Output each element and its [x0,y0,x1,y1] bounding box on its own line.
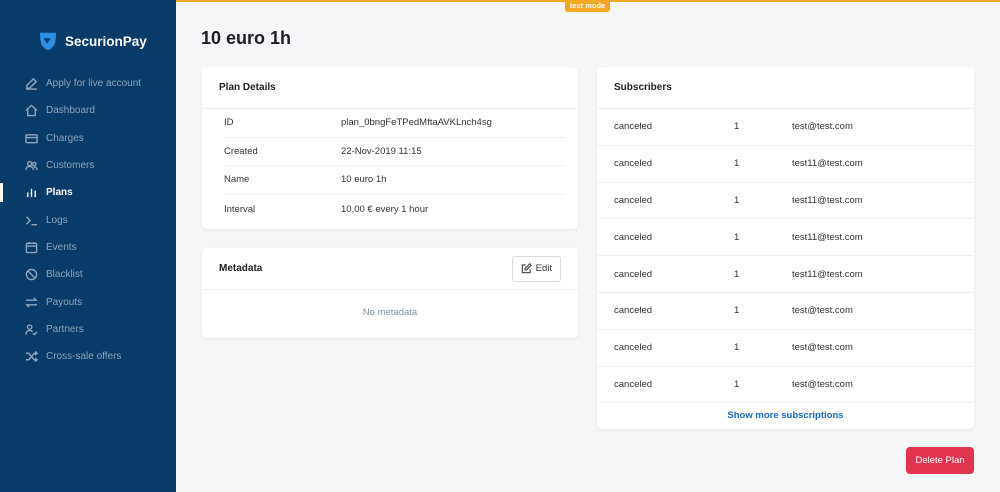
subscriber-email: test11@test.com [792,194,863,206]
sidebar-item-plans[interactable]: Plans [0,179,176,206]
edit-metadata-button[interactable]: Edit [511,255,561,282]
sidebar-nav: Apply for live account Dashboard Charges… [0,70,176,370]
subscriber-email: test11@test.com [792,268,863,280]
test-mode-badge: test mode [565,0,610,12]
subscriber-status: canceled [614,194,653,206]
subscriber-quantity: 1 [734,194,740,206]
calendar-icon [24,240,38,254]
subscriber-quantity: 1 [734,268,740,280]
subscriber-quantity: 1 [734,342,740,354]
shuffle-icon [24,350,38,364]
bars-icon [24,186,38,200]
detail-label: Created [224,145,258,157]
detail-value: plan_0bngFeTPedMftaAVKLnch4sg [341,117,492,129]
detail-row-name: Name 10 euro 1h [224,166,564,195]
sidebar-item-label: Dashboard [46,105,95,117]
detail-value: 10 euro 1h [341,174,387,186]
sidebar-item-label: Apply for live account [46,78,142,90]
sidebar-item-apply[interactable]: Apply for live account [0,70,176,97]
edit-icon [24,77,38,91]
delete-plan-button[interactable]: Delete Plan [906,447,974,474]
detail-value: 22-Nov-2019 11:15 [341,145,422,157]
subscriber-status: canceled [614,231,653,243]
no-metadata-text: No metadata [362,307,418,318]
subscribers-heading: Subscribers [597,67,974,109]
subscriber-email: test11@test.com [792,231,863,243]
user-check-icon [24,322,38,336]
sidebar-item-label: Blacklist [46,269,83,281]
subscriber-row[interactable]: canceled 1 test11@test.com [597,256,974,293]
subscriber-status: canceled [614,268,653,280]
detail-row-interval: Interval 10,00 € every 1 hour [224,195,564,224]
users-icon [24,159,38,173]
sidebar-item-label: Partners [46,323,84,335]
sidebar-item-payouts[interactable]: Payouts [0,288,176,315]
detail-label: Interval [224,203,256,215]
sidebar-item-label: Logs [46,214,68,226]
sidebar-item-cross-sale[interactable]: Cross-sale offers [0,343,176,370]
subscriber-quantity: 1 [734,231,740,243]
metadata-heading: Metadata [219,263,263,274]
subscriber-email: test@test.com [792,342,853,354]
subscriber-quantity: 1 [734,378,740,390]
detail-value: 10,00 € every 1 hour [341,203,429,215]
sidebar-item-label: Events [46,241,77,253]
subscriber-row[interactable]: canceled 1 test@test.com [597,367,974,404]
sidebar-item-label: Plans [46,187,73,199]
sidebar-item-label: Payouts [46,296,83,308]
plan-details-heading: Plan Details [202,67,578,109]
exchange-icon [24,295,38,309]
subscriber-row[interactable]: canceled 1 test11@test.com [597,219,974,257]
subscriber-row[interactable]: canceled 1 test@test.com [597,109,974,146]
edit-icon [521,263,532,274]
detail-label: Name [224,174,250,186]
subscriber-status: canceled [614,342,653,354]
sidebar-item-logs[interactable]: Logs [0,206,176,233]
sidebar: SecurionPay Apply for live account Dashb… [0,0,176,492]
sidebar-item-label: Charges [46,132,84,144]
shield-logo-icon [39,32,57,51]
subscriber-email: test@test.com [792,305,853,317]
subscriber-status: canceled [614,121,653,133]
sidebar-item-label: Cross-sale offers [46,351,122,363]
subscriber-email: test@test.com [792,121,853,133]
page-title: 10 euro 1h [201,28,292,48]
subscriber-row[interactable]: canceled 1 test11@test.com [597,146,974,183]
show-more-subscriptions-link[interactable]: Show more subscriptions [597,403,974,421]
edit-label: Edit [535,263,552,274]
subscriber-status: canceled [614,378,653,390]
detail-label: ID [224,117,234,129]
subscriber-quantity: 1 [734,305,740,317]
detail-row-id: ID plan_0bngFeTPedMftaAVKLnch4sg [224,109,564,138]
subscriber-email: test@test.com [792,378,853,390]
subscribers-card: Subscribers canceled 1 test@test.com can… [597,67,974,429]
subscriber-status: canceled [614,158,653,170]
sidebar-item-blacklist[interactable]: Blacklist [0,261,176,288]
brand-name: SecurionPay [65,33,147,49]
subscriber-quantity: 1 [734,158,740,170]
subscriber-status: canceled [614,305,653,317]
sidebar-item-partners[interactable]: Partners [0,316,176,343]
plan-details-card: Plan Details ID plan_0bngFeTPedMftaAVKLn… [202,67,578,229]
card-icon [24,131,38,145]
metadata-header: Metadata Edit [202,248,578,290]
subscriber-row[interactable]: canceled 1 test@test.com [597,293,974,330]
brand-logo[interactable]: SecurionPay [37,30,147,52]
sidebar-item-events[interactable]: Events [0,234,176,261]
sidebar-item-dashboard[interactable]: Dashboard [0,97,176,124]
sidebar-item-charges[interactable]: Charges [0,125,176,152]
subscriber-quantity: 1 [734,121,740,133]
metadata-card: Metadata Edit No metadata [202,248,578,338]
sidebar-item-label: Customers [46,160,95,172]
detail-row-created: Created 22-Nov-2019 11:15 [224,138,564,167]
terminal-icon [24,213,38,227]
subscriber-row[interactable]: canceled 1 test@test.com [597,330,974,367]
sidebar-item-customers[interactable]: Customers [0,152,176,179]
subscriber-row[interactable]: canceled 1 test11@test.com [597,183,974,220]
home-icon [24,104,38,118]
subscriber-email: test11@test.com [792,158,863,170]
ban-icon [24,268,38,282]
